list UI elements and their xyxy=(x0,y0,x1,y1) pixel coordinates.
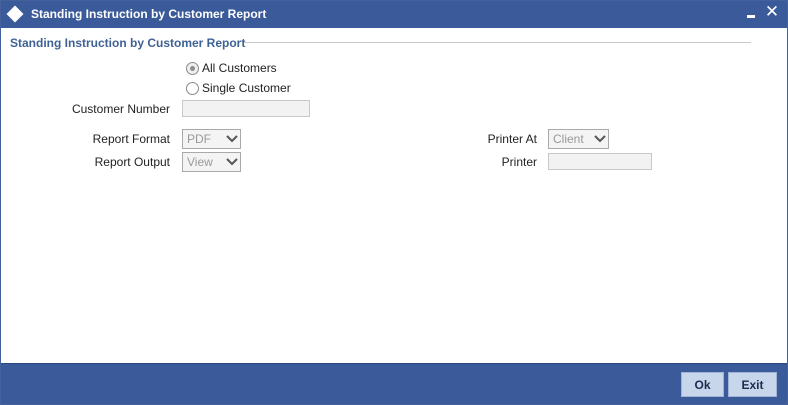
radio-button-all-customers[interactable] xyxy=(186,61,199,75)
ok-button[interactable]: Ok xyxy=(681,372,724,397)
radio-label-all-customers: All Customers xyxy=(202,61,277,75)
diamond-icon xyxy=(6,5,24,23)
section-title: Standing Instruction by Customer Report xyxy=(10,36,246,50)
close-button[interactable]: ✕ xyxy=(763,2,781,22)
radio-button-single-customer[interactable] xyxy=(186,81,199,95)
chevron-down-icon xyxy=(592,130,608,148)
report-output-label: Report Output xyxy=(94,155,170,169)
footer-bar: Ok Exit xyxy=(1,363,787,404)
minimize-button[interactable] xyxy=(742,4,760,22)
printer-input[interactable] xyxy=(548,153,652,170)
minimize-icon xyxy=(747,15,755,18)
customer-number-label: Customer Number xyxy=(71,102,170,116)
chevron-down-icon xyxy=(224,153,240,171)
title-bar[interactable]: Standing Instruction by Customer Report … xyxy=(1,1,787,28)
report-output-value: View xyxy=(187,155,213,169)
radio-label-single-customer: Single Customer xyxy=(202,81,291,95)
window-title: Standing Instruction by Customer Report xyxy=(31,7,267,21)
printer-at-select[interactable]: Client xyxy=(548,129,609,149)
close-icon: ✕ xyxy=(764,2,780,21)
printer-at-value: Client xyxy=(553,132,584,146)
report-window: Standing Instruction by Customer Report … xyxy=(0,0,788,405)
printer-at-label: Printer At xyxy=(487,132,537,146)
customer-number-input[interactable] xyxy=(182,100,310,117)
printer-label: Printer xyxy=(501,155,537,169)
report-output-select[interactable]: View xyxy=(182,152,241,172)
chevron-down-icon xyxy=(224,130,240,148)
section-divider xyxy=(244,42,751,43)
exit-button[interactable]: Exit xyxy=(728,372,777,397)
report-format-select[interactable]: PDF xyxy=(182,129,241,149)
radio-single-customer[interactable]: Single Customer xyxy=(186,81,291,95)
report-format-label: Report Format xyxy=(92,132,170,146)
radio-all-customers[interactable]: All Customers xyxy=(186,61,277,75)
report-format-value: PDF xyxy=(187,132,211,146)
